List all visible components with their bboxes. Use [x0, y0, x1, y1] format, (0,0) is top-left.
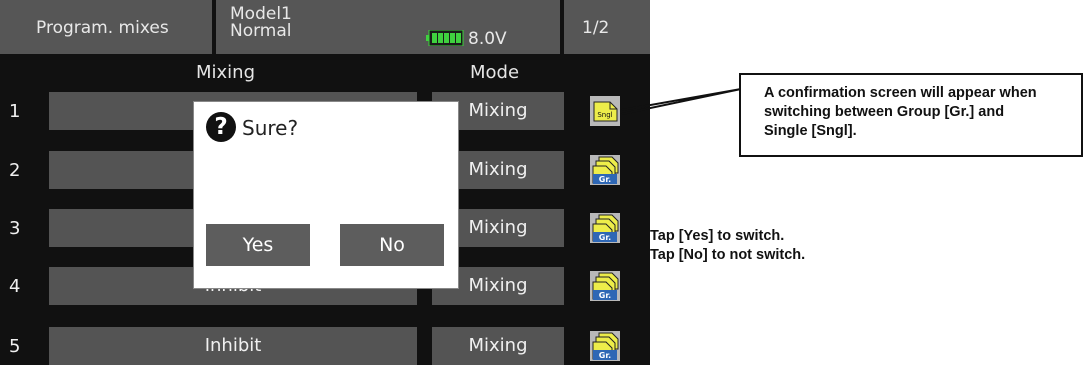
single-icon-label: Sngl [597, 111, 612, 119]
status-bar: Model1 Normal 8.0V [216, 0, 560, 54]
group-mode-icon[interactable]: Gr. [590, 213, 620, 243]
note-line-2: Tap [No] to not switch. [650, 247, 806, 263]
row-number: 1 [9, 101, 21, 122]
callout-line-1: A confirmation screen will appear when [764, 85, 1037, 101]
yes-button[interactable]: Yes [206, 224, 310, 266]
screen-title-tab[interactable]: Program. mixes [0, 0, 212, 54]
group-mode-icon[interactable]: Gr. [590, 271, 620, 301]
row-number: 4 [9, 276, 21, 297]
transmitter-screen: Program. mixes Model1 Normal 8.0V 1/2 Mi… [0, 0, 650, 365]
confirm-dialog: ? Sure? Yes No [193, 101, 459, 289]
screen-title: Program. mixes [36, 18, 169, 38]
battery-voltage: 8.0V [468, 29, 507, 49]
battery-icon [426, 30, 464, 46]
callout-line-3: Single [Sngl]. [764, 123, 857, 139]
no-button[interactable]: No [340, 224, 444, 266]
row-number: 5 [9, 336, 21, 357]
single-mode-icon[interactable]: Sngl [590, 96, 620, 126]
callout-line-2: switching between Group [Gr.] and [764, 104, 1005, 120]
group-icon-label: Gr. [599, 351, 611, 360]
group-icon-label: Gr. [599, 233, 611, 242]
row-number: 2 [9, 160, 21, 181]
question-icon: ? [206, 112, 236, 142]
mixing-column-header: Mixing [196, 62, 256, 83]
callout-text: A confirmation screen will appear when s… [764, 84, 1084, 141]
group-icon-label: Gr. [599, 175, 611, 184]
mode-button-5[interactable]: Mixing [432, 327, 564, 365]
callout-pointer [621, 88, 742, 115]
dialog-title: Sure? [242, 116, 299, 140]
page-indicator: 1/2 [582, 18, 610, 38]
page-button[interactable]: 1/2 [564, 0, 650, 54]
condition-name: Normal [230, 21, 292, 41]
group-icon-label: Gr. [599, 291, 611, 300]
note-line-1: Tap [Yes] to switch. [650, 228, 785, 244]
group-mode-icon[interactable]: Gr. [590, 331, 620, 361]
row-number: 3 [9, 218, 21, 239]
instruction-note: Tap [Yes] to switch. Tap [No] to not swi… [650, 227, 805, 265]
callout-box: A confirmation screen will appear when s… [739, 73, 1083, 157]
group-mode-icon[interactable]: Gr. [590, 155, 620, 185]
mode-column-header: Mode [470, 62, 520, 83]
mix-button-5[interactable]: Inhibit [49, 327, 417, 365]
